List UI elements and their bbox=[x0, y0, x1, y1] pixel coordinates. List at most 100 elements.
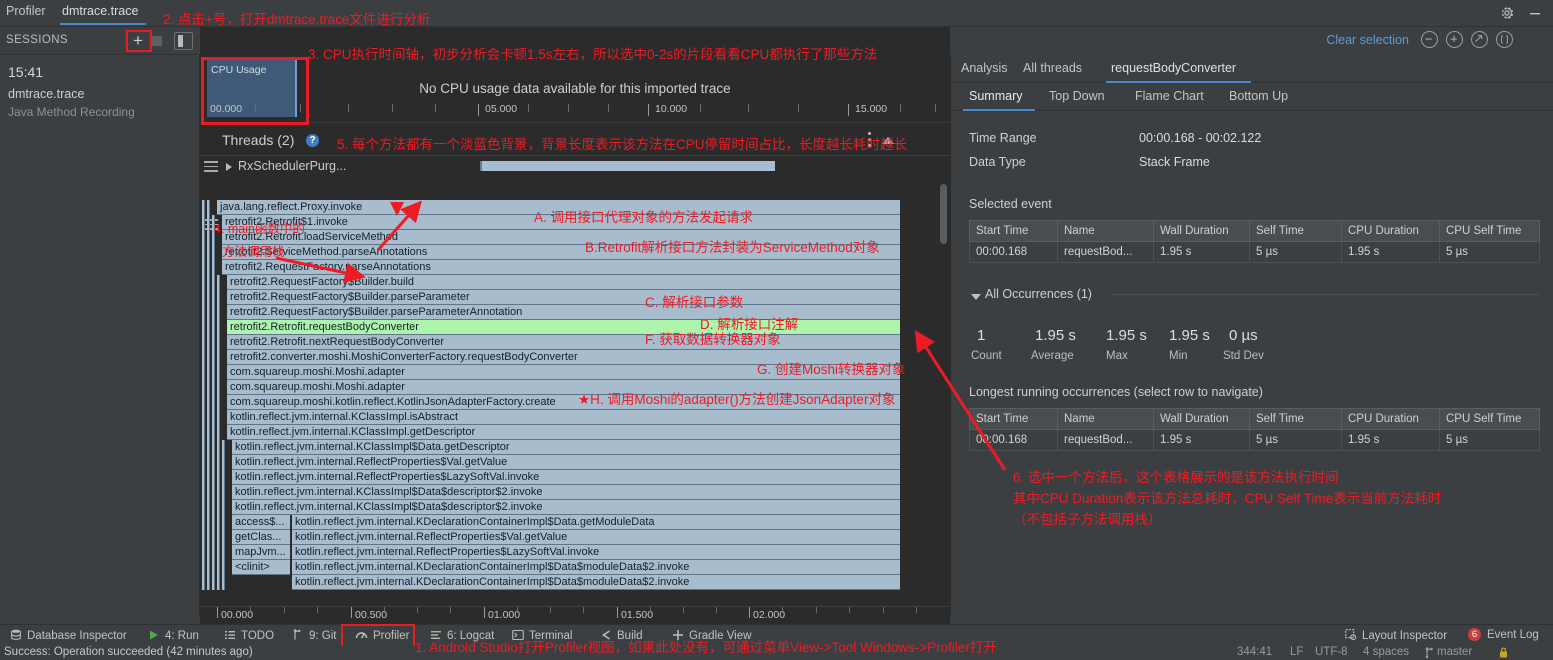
call-stack-row[interactable]: <clinit> bbox=[232, 560, 290, 575]
tab-request-body-converter[interactable]: requestBodyConverter bbox=[1111, 61, 1236, 75]
split-panel-icon[interactable] bbox=[174, 32, 193, 50]
selected-event-table[interactable]: Start Time Name Wall Duration Self Time … bbox=[969, 220, 1540, 263]
status-message: Success: Operation succeeded (42 minutes… bbox=[4, 646, 253, 658]
longest-occurrences-table[interactable]: Start Time Name Wall Duration Self Time … bbox=[969, 408, 1540, 451]
call-stack-row[interactable]: retrofit2.Retrofit.loadServiceMethod bbox=[222, 230, 900, 245]
toolbar-button-build[interactable]: Build bbox=[600, 629, 643, 644]
session-list-item[interactable]: 15:41 dmtrace.trace Java Method Recordin… bbox=[0, 55, 200, 127]
chevron-right-icon[interactable] bbox=[226, 163, 232, 171]
attach-to-live-icon[interactable] bbox=[1496, 31, 1513, 48]
call-stack-row-label: kotlin.reflect.jvm.internal.ReflectPrope… bbox=[295, 546, 600, 558]
call-stack-depth-gutter bbox=[207, 380, 210, 395]
toolbar-button-todo[interactable]: TODO bbox=[224, 629, 274, 644]
call-stack-row[interactable]: getClas... bbox=[232, 530, 290, 545]
subtab-flame-chart[interactable]: Flame Chart bbox=[1135, 89, 1204, 103]
call-stack-row[interactable]: kotlin.reflect.jvm.internal.KDeclaration… bbox=[292, 575, 900, 590]
call-stack-depth-gutter bbox=[202, 575, 205, 590]
call-stack-row[interactable]: kotlin.reflect.jvm.internal.KClassImpl.g… bbox=[227, 425, 900, 440]
table-row[interactable]: 00:00.168 requestBod... 1.95 s 5 µs 1.95… bbox=[969, 241, 1540, 263]
call-stack-row[interactable]: retrofit2.ServiceMethod.parseAnnotations bbox=[222, 245, 900, 260]
add-session-button[interactable]: + bbox=[128, 31, 148, 51]
tab-all-threads[interactable]: All threads bbox=[1023, 61, 1082, 75]
call-stack-depth-gutter bbox=[207, 470, 210, 485]
toolbar-button-database-inspector[interactable]: Database Inspector bbox=[10, 629, 127, 644]
call-stack-row[interactable]: kotlin.reflect.jvm.internal.KClassImpl$D… bbox=[232, 500, 900, 515]
call-stack-depth-gutter bbox=[212, 470, 215, 485]
call-stack-row[interactable]: kotlin.reflect.jvm.internal.ReflectPrope… bbox=[292, 545, 900, 560]
col-cpu-duration: CPU Duration bbox=[1341, 220, 1440, 242]
session-stop-icon[interactable] bbox=[152, 36, 162, 46]
call-stack-row[interactable]: retrofit2.RequestFactory.parseAnnotation… bbox=[222, 260, 900, 275]
stat-count-label: Count bbox=[971, 350, 1002, 362]
call-stack-depth-gutter bbox=[217, 530, 220, 545]
zoom-in-icon[interactable] bbox=[1446, 31, 1463, 48]
subtab-summary[interactable]: Summary bbox=[969, 89, 1022, 103]
call-stack-row[interactable]: kotlin.reflect.jvm.internal.ReflectPrope… bbox=[292, 530, 900, 545]
call-stack-row[interactable]: retrofit2.Retrofit$1.invoke bbox=[222, 215, 900, 230]
collapse-occurrences-icon[interactable] bbox=[971, 294, 981, 300]
call-stack-row[interactable]: kotlin.reflect.jvm.internal.KClassImpl.i… bbox=[227, 410, 900, 425]
call-stack-flame-rows: java.lang.reflect.Proxy.invoke retrofit2.… bbox=[200, 200, 950, 600]
toolbar-button-event-log[interactable]: Event Log bbox=[1487, 629, 1539, 641]
toolbar-button-6-logcat[interactable]: 6: Logcat bbox=[430, 629, 494, 644]
center-vertical-scrollbar[interactable] bbox=[938, 180, 948, 600]
call-stack-row[interactable]: retrofit2.RequestFactory$Builder.build bbox=[227, 275, 900, 290]
tab-profiler[interactable]: Profiler bbox=[6, 4, 46, 18]
call-stack-row[interactable]: retrofit2.RequestFactory$Builder.parsePa… bbox=[227, 290, 900, 305]
call-stack-row[interactable]: mapJvm... bbox=[232, 545, 290, 560]
toolbar-button-terminal[interactable]: Terminal bbox=[512, 629, 572, 644]
kebab-menu-icon[interactable] bbox=[868, 132, 872, 149]
line-separator[interactable]: LF bbox=[1290, 646, 1303, 658]
subtab-bottom-up[interactable]: Bottom Up bbox=[1229, 89, 1288, 103]
call-stack-row[interactable]: retrofit2.RequestFactory$Builder.parsePa… bbox=[227, 305, 900, 320]
call-stack-row[interactable]: com.squareup.moshi.Moshi.adapter bbox=[227, 380, 900, 395]
tab-analysis[interactable]: Analysis bbox=[961, 61, 1008, 75]
call-stack-row[interactable]: retrofit2.converter.moshi.MoshiConverter… bbox=[227, 350, 900, 365]
call-stack-depth-gutter bbox=[217, 485, 220, 500]
clear-selection-button[interactable]: Clear selection bbox=[1326, 33, 1409, 47]
call-stack-depth-gutter bbox=[202, 455, 205, 470]
call-stack-row[interactable]: java.lang.reflect.Proxy.invoke bbox=[217, 200, 900, 215]
call-stack-depth-gutter bbox=[207, 500, 210, 515]
caret-up-icon[interactable] bbox=[882, 137, 894, 144]
toolbar-button-layout-inspector[interactable]: Layout Inspector bbox=[1345, 629, 1447, 644]
call-stack-depth-gutter bbox=[207, 200, 210, 215]
call-stack-depth-gutter bbox=[222, 440, 225, 455]
call-stack-row[interactable]: com.squareup.moshi.Moshi.adapter bbox=[227, 365, 900, 380]
toolbar-button-gradle-view[interactable]: Gradle View bbox=[672, 629, 751, 644]
indent-setting[interactable]: 4 spaces bbox=[1363, 646, 1409, 658]
drag-handle-icon[interactable] bbox=[204, 161, 218, 172]
call-stack-row[interactable]: kotlin.reflect.jvm.internal.ReflectPrope… bbox=[232, 455, 900, 470]
file-encoding[interactable]: UTF-8 bbox=[1315, 646, 1348, 658]
table-row[interactable]: 00:00.168 requestBod... 1.95 s 5 µs 1.95… bbox=[969, 429, 1540, 451]
zoom-out-icon[interactable] bbox=[1421, 31, 1438, 48]
call-stack-row[interactable]: kotlin.reflect.jvm.internal.KClassImpl$D… bbox=[232, 485, 900, 500]
help-icon[interactable]: ? bbox=[306, 134, 319, 147]
thread-name: RxSchedulerPurg... bbox=[238, 159, 347, 173]
caret-position[interactable]: 344:41 bbox=[1237, 646, 1272, 658]
call-stack-depth-gutter bbox=[202, 245, 205, 260]
call-stack-row[interactable]: kotlin.reflect.jvm.internal.KClassImpl$D… bbox=[232, 440, 900, 455]
reset-zoom-icon[interactable] bbox=[1471, 31, 1488, 48]
call-stack-row[interactable]: access$... bbox=[232, 515, 290, 530]
gear-icon[interactable] bbox=[1499, 5, 1515, 21]
branch-name[interactable]: master bbox=[1437, 646, 1472, 658]
call-stack-row[interactable]: kotlin.reflect.jvm.internal.ReflectPrope… bbox=[232, 470, 900, 485]
call-stack-depth-gutter bbox=[222, 455, 225, 470]
cell-cpu-duration: 1.95 s bbox=[1341, 429, 1440, 451]
call-stack-row[interactable]: com.squareup.moshi.kotlin.reflect.Kotlin… bbox=[227, 395, 900, 410]
call-stack-row[interactable]: kotlin.reflect.jvm.internal.KDeclaration… bbox=[292, 515, 900, 530]
thread-row[interactable]: RxSchedulerPurg... bbox=[200, 156, 950, 178]
toolbar-button-9-git[interactable]: 9: Git bbox=[292, 629, 336, 644]
tab-dmtrace-trace[interactable]: dmtrace.trace bbox=[62, 4, 138, 18]
minimize-icon[interactable] bbox=[1527, 5, 1543, 21]
call-stack-row[interactable]: kotlin.reflect.jvm.internal.KDeclaration… bbox=[292, 560, 900, 575]
toolbar-button-4-run[interactable]: 4: Run bbox=[148, 629, 199, 644]
lock-icon[interactable] bbox=[1498, 646, 1509, 660]
call-stack-depth-gutter bbox=[202, 260, 205, 275]
subtab-top-down[interactable]: Top Down bbox=[1049, 89, 1105, 103]
toolbar-button-profiler[interactable]: Profiler bbox=[355, 629, 409, 644]
call-stack-row[interactable]: retrofit2.Retrofit.nextRequestBodyConver… bbox=[227, 335, 900, 350]
call-stack-row-selected[interactable]: retrofit2.Retrofit.requestBodyConverter bbox=[227, 320, 900, 335]
call-stack-row-label: <clinit> bbox=[235, 561, 270, 573]
